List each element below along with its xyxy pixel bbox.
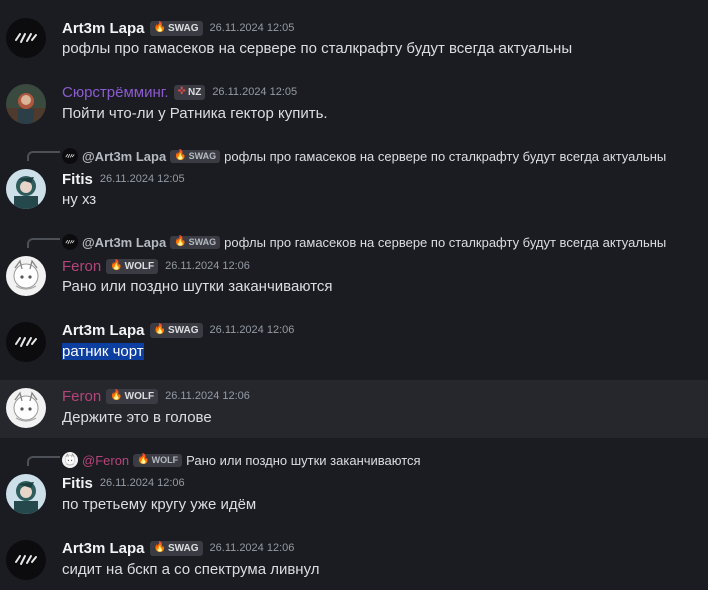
message-text: сидит на бскп а со спектрума ливнул	[62, 561, 320, 578]
chat-message-list: Art3m Lapa 🔥 SWAG 26.11.2024 12:05 рофлы …	[0, 0, 708, 590]
avatar[interactable]	[6, 18, 46, 58]
message-item[interactable]: @Feron 🔥 WOLF Рано или поздно шутки закан…	[0, 446, 708, 520]
timestamp: 26.11.2024 12:06	[165, 260, 250, 272]
tag-label: NZ	[187, 86, 202, 98]
tag-label: WOLF	[124, 260, 155, 272]
author-name[interactable]: Сюрстрёмминг.	[62, 84, 169, 101]
reply-author[interactable]: @Art3m Lapa	[82, 235, 166, 250]
timestamp: 26.11.2024 12:05	[209, 22, 295, 34]
author-name[interactable]: Fitis	[62, 475, 93, 492]
tag-label: WOLF	[124, 390, 155, 402]
message-item[interactable]: Art3m Lapa 🔥 SWAG 26.11.2024 12:05 рофлы …	[0, 8, 708, 62]
server-tag-badge: 🔥 SWAG	[170, 149, 221, 163]
message-text: рофлы про гамасеков на сервере по сталкр…	[62, 40, 573, 57]
timestamp: 26.11.2024 12:05	[212, 86, 298, 98]
avatar[interactable]	[6, 388, 46, 428]
author-name[interactable]: Feron	[62, 258, 101, 275]
server-tag-badge[interactable]: 🔥 WOLF	[106, 258, 159, 274]
message-text-selected: ратник чорт	[62, 343, 144, 360]
message-item[interactable]: Art3m Lapa 🔥 SWAG 26.11.2024 12:06 сидит …	[0, 530, 708, 588]
author-name[interactable]: Fitis	[62, 171, 93, 188]
timestamp: 26.11.2024 12:06	[209, 542, 295, 554]
message-text: Держите это в голове	[62, 409, 212, 426]
flame-icon: 🔥	[153, 22, 166, 33]
reply-connector	[27, 238, 60, 248]
reply-text: рофлы про гамасеков на сервере по сталкр…	[224, 234, 667, 250]
avatar	[62, 234, 78, 250]
flame-icon: 🔥	[110, 260, 123, 271]
tag-label: SWAG	[167, 324, 199, 336]
message-text: Рано или поздно шутки заканчиваются	[62, 278, 333, 295]
reply-preview[interactable]: @Feron 🔥 WOLF Рано или поздно шутки закан…	[62, 451, 421, 469]
reply-preview[interactable]: @Art3m Lapa 🔥 SWAG рофлы про гамасеков на…	[62, 147, 666, 165]
reply-author[interactable]: @Feron	[82, 453, 129, 468]
timestamp: 26.11.2024 12:05	[99, 173, 185, 185]
tag-label: SWAG	[167, 22, 199, 34]
flame-icon: 🔥	[153, 324, 166, 335]
flame-icon: 🔥	[153, 542, 166, 553]
server-tag-badge[interactable]: ✜ NZ	[173, 84, 206, 100]
tag-label: SWAG	[188, 151, 217, 161]
flame-icon: 🔥	[174, 150, 187, 161]
message-text: Пойти что-ли у Ратника гектор купить.	[62, 105, 328, 122]
reply-text: рофлы про гамасеков на сервере по сталкр…	[224, 148, 667, 164]
reply-connector	[27, 456, 60, 466]
message-item[interactable]: Сюрстрёмминг. ✜ NZ 26.11.2024 12:05 Пойти…	[0, 74, 708, 128]
flame-icon: 🔥	[110, 390, 123, 401]
server-tag-badge[interactable]: 🔥 SWAG	[149, 540, 203, 556]
avatar	[62, 452, 78, 468]
author-name[interactable]: Feron	[62, 388, 101, 405]
timestamp: 26.11.2024 12:06	[209, 324, 295, 336]
reply-author[interactable]: @Art3m Lapa	[82, 149, 166, 164]
avatar[interactable]	[6, 169, 46, 209]
timestamp: 26.11.2024 12:06	[165, 390, 250, 402]
crosshair-icon: ✜	[177, 86, 186, 97]
reply-connector	[27, 151, 60, 161]
server-tag-badge[interactable]: 🔥 SWAG	[149, 20, 203, 36]
tag-label: SWAG	[188, 237, 217, 247]
author-name[interactable]: Art3m Lapa	[62, 540, 145, 557]
avatar[interactable]	[6, 474, 46, 514]
flame-icon: 🔥	[174, 236, 187, 247]
reply-text: Рано или поздно шутки заканчиваются	[186, 452, 421, 468]
avatar[interactable]	[6, 256, 46, 296]
flame-icon: 🔥	[137, 454, 150, 465]
avatar	[62, 148, 78, 164]
server-tag-badge[interactable]: 🔥 WOLF	[106, 388, 159, 404]
author-name[interactable]: Art3m Lapa	[62, 322, 145, 339]
message-text: по третьему кругу уже идём	[62, 496, 257, 513]
server-tag-badge: 🔥 WOLF	[133, 453, 183, 467]
avatar[interactable]	[6, 84, 46, 124]
message-item[interactable]: @Art3m Lapa 🔥 SWAG рофлы про гамасеков на…	[0, 142, 708, 214]
message-item[interactable]: @Art3m Lapa 🔥 SWAG рофлы про гамасеков на…	[0, 228, 708, 300]
message-item[interactable]: Feron 🔥 WOLF 26.11.2024 12:06 Держите это…	[0, 380, 708, 438]
avatar[interactable]	[6, 322, 46, 362]
tag-label: SWAG	[167, 542, 199, 554]
message-text: ну хз	[62, 191, 97, 208]
author-name[interactable]: Art3m Lapa	[62, 20, 145, 37]
avatar[interactable]	[6, 540, 46, 580]
server-tag-badge[interactable]: 🔥 SWAG	[149, 322, 203, 338]
timestamp: 26.11.2024 12:06	[99, 477, 185, 489]
message-item[interactable]: Art3m Lapa 🔥 SWAG 26.11.2024 12:06 ратник…	[0, 312, 708, 368]
reply-preview[interactable]: @Art3m Lapa 🔥 SWAG рофлы про гамасеков на…	[62, 233, 666, 251]
tag-label: WOLF	[151, 455, 179, 465]
server-tag-badge: 🔥 SWAG	[170, 235, 221, 249]
